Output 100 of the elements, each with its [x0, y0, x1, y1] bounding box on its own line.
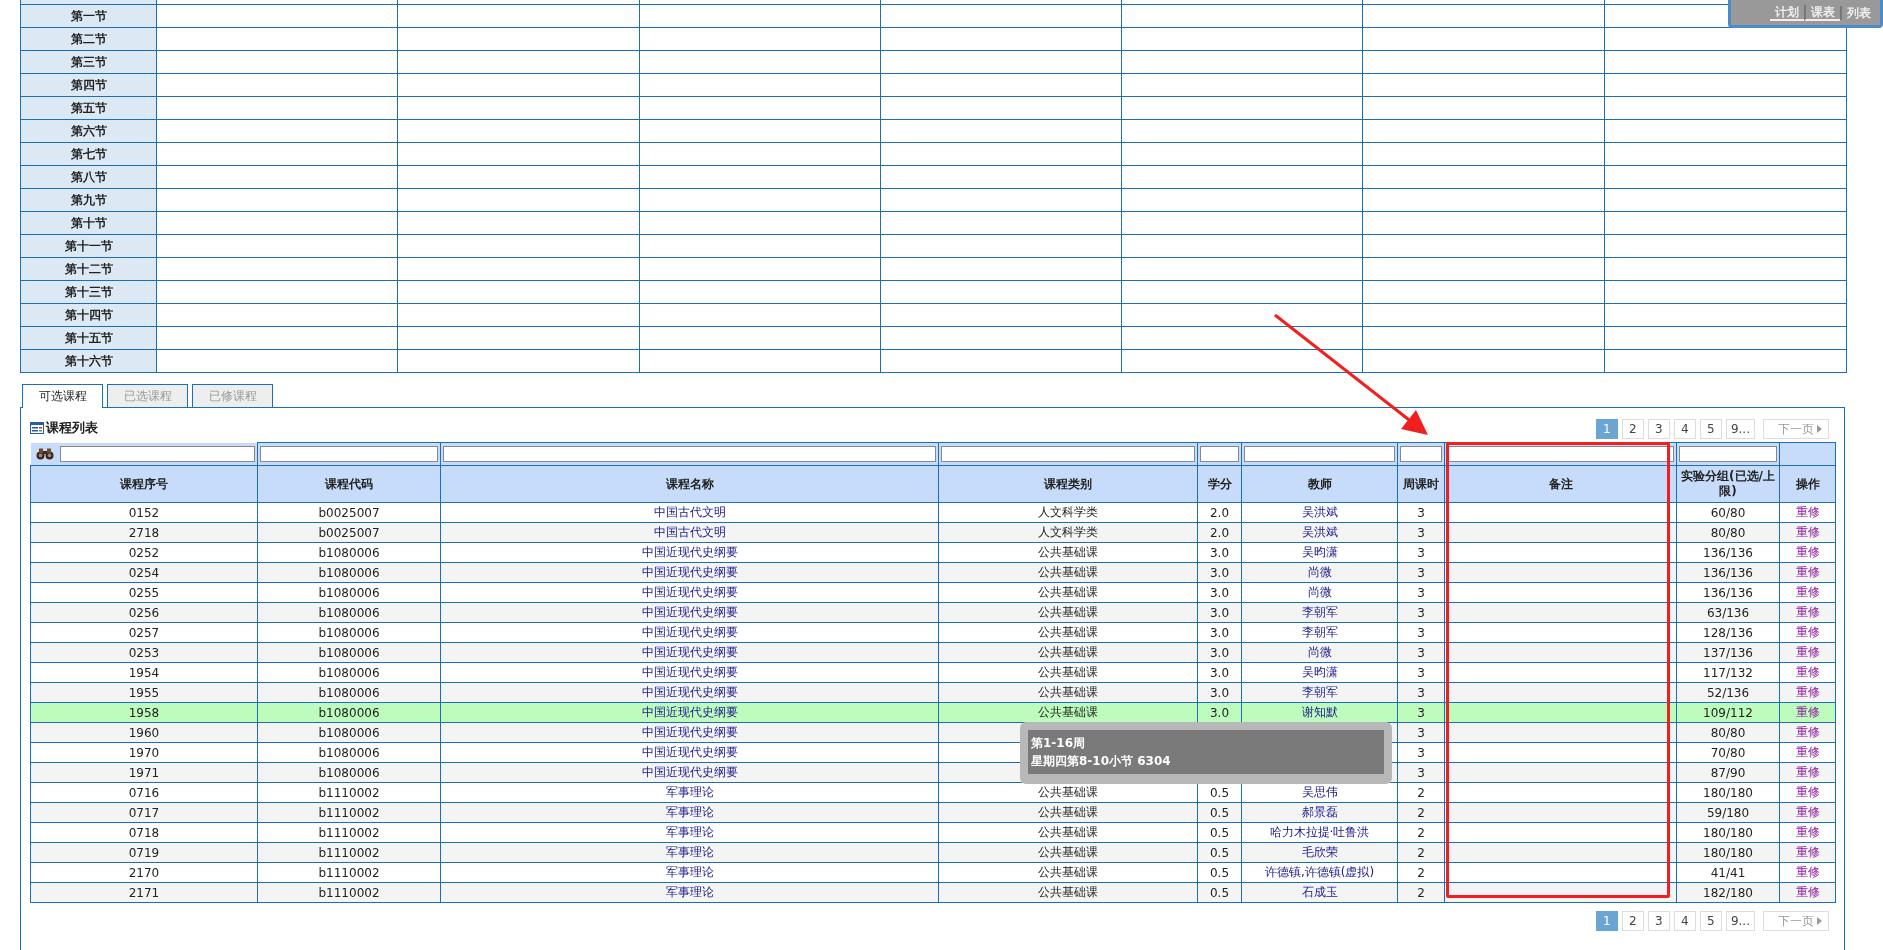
column-header: 课程名称 — [440, 465, 939, 503]
filter-input[interactable] — [1679, 446, 1777, 462]
teacher-link[interactable]: 哈力木拉提·吐鲁洪 — [1241, 822, 1398, 843]
course-name-link[interactable]: 中国近现代史纲要 — [440, 702, 939, 723]
page-button[interactable]: 5 — [1699, 911, 1722, 931]
teacher-link[interactable]: 李朝军 — [1241, 622, 1398, 643]
period-label: 第八节 — [21, 166, 157, 188]
table-cell: 180/180 — [1676, 822, 1780, 843]
table-cell: 0254 — [30, 562, 258, 583]
course-name-link[interactable]: 军事理论 — [440, 862, 939, 883]
retake-link[interactable]: 重修 — [1779, 742, 1836, 763]
table-cell: 3 — [1397, 582, 1445, 603]
table-cell: 0253 — [30, 642, 258, 663]
table-cell: 3 — [1397, 662, 1445, 683]
course-name-link[interactable]: 军事理论 — [440, 882, 939, 903]
period-label: 第十五节 — [21, 327, 157, 349]
course-name-link[interactable]: 军事理论 — [440, 842, 939, 863]
table-cell: 3 — [1397, 742, 1445, 763]
retake-link[interactable]: 重修 — [1779, 782, 1836, 803]
course-name-link[interactable]: 中国近现代史纲要 — [440, 582, 939, 603]
filter-input[interactable] — [941, 446, 1195, 462]
period-label: 第六节 — [21, 120, 157, 142]
period-label: 第十四节 — [21, 304, 157, 326]
table-cell: 3.0 — [1197, 622, 1242, 643]
page-button[interactable]: 5 — [1699, 419, 1722, 439]
tooltip-text: 第1-16周 — [1031, 735, 1086, 752]
teacher-link[interactable]: 许德镇,许德镇(虚拟) — [1241, 862, 1398, 883]
page-button[interactable]: 4 — [1673, 911, 1696, 931]
table-cell: b1110002 — [257, 822, 441, 843]
course-name-link[interactable]: 中国近现代史纲要 — [440, 682, 939, 703]
course-name-link[interactable]: 中国近现代史纲要 — [440, 742, 939, 763]
teacher-link[interactable]: 尚微 — [1241, 582, 1398, 603]
table-cell: 0152 — [30, 502, 258, 523]
retake-link[interactable]: 重修 — [1779, 822, 1836, 843]
list-icon — [30, 422, 44, 434]
page-button[interactable]: 3 — [1647, 911, 1670, 931]
retake-link[interactable]: 重修 — [1779, 622, 1836, 643]
binoculars-icon[interactable] — [35, 447, 54, 460]
course-name-link[interactable]: 中国近现代史纲要 — [440, 762, 939, 783]
retake-link[interactable]: 重修 — [1779, 662, 1836, 683]
column-header: 实验分组(已选/上限) — [1676, 465, 1780, 503]
course-name-link[interactable]: 中国近现代史纲要 — [440, 642, 939, 663]
filter-input[interactable] — [59, 445, 255, 462]
table-cell: 3.0 — [1197, 542, 1242, 563]
period-label: 第七节 — [21, 143, 157, 165]
filter-input[interactable] — [443, 446, 936, 462]
retake-link[interactable]: 重修 — [1779, 502, 1836, 523]
course-name-link[interactable]: 中国近现代史纲要 — [440, 722, 939, 743]
period-label: 第十二节 — [21, 258, 157, 280]
course-name-link[interactable]: 中国近现代史纲要 — [440, 562, 939, 583]
table-cell: b1080006 — [257, 622, 441, 643]
page-button[interactable]: 2 — [1621, 419, 1644, 439]
teacher-link[interactable]: 吴洪斌 — [1241, 502, 1398, 523]
course-name-link[interactable]: 中国古代文明 — [440, 522, 939, 543]
retake-link[interactable]: 重修 — [1779, 582, 1836, 603]
filter-input[interactable] — [260, 446, 438, 462]
column-header: 周课时 — [1397, 465, 1445, 503]
page-button[interactable]: 4 — [1673, 419, 1696, 439]
period-label: 第十三节 — [21, 281, 157, 303]
table-cell: 2 — [1397, 782, 1445, 803]
teacher-link[interactable]: 吴昀潇 — [1241, 542, 1398, 563]
course-name-link[interactable]: 军事理论 — [440, 822, 939, 843]
page-button[interactable]: 9... — [1725, 911, 1755, 931]
table-cell: 1955 — [30, 682, 258, 703]
course-name-link[interactable]: 中国古代文明 — [440, 502, 939, 523]
course-name-link[interactable]: 中国近现代史纲要 — [440, 542, 939, 563]
column-header: 课程类别 — [938, 465, 1198, 503]
page-button[interactable]: 3 — [1647, 419, 1670, 439]
teacher-link[interactable]: 吴昀潇 — [1241, 662, 1398, 683]
filter-input[interactable] — [1447, 446, 1674, 462]
course-name-link[interactable]: 中国近现代史纲要 — [440, 662, 939, 683]
filter-input[interactable] — [1244, 446, 1395, 462]
column-header: 课程序号 — [30, 465, 258, 503]
page-button[interactable]: 9... — [1725, 419, 1755, 439]
table-cell: 117/132 — [1676, 662, 1780, 683]
table-cell: 0716 — [30, 782, 258, 803]
table-cell: 1958 — [30, 702, 258, 723]
filter-input[interactable] — [1400, 446, 1442, 462]
course-name-link[interactable]: 中国近现代史纲要 — [440, 622, 939, 643]
tab[interactable]: 可选课程 — [22, 384, 103, 408]
period-label: 第三节 — [21, 51, 157, 73]
table-cell: 70/80 — [1676, 742, 1780, 763]
course-name-link[interactable]: 军事理论 — [440, 802, 939, 823]
period-label: 第九节 — [21, 189, 157, 211]
course-name-link[interactable]: 中国近现代史纲要 — [440, 602, 939, 623]
table-cell: 0257 — [30, 622, 258, 643]
table-cell: 公共基础课 — [938, 622, 1198, 643]
retake-link[interactable]: 重修 — [1779, 862, 1836, 883]
caret-icon — [1817, 425, 1822, 433]
filter-input[interactable] — [1200, 446, 1239, 462]
course-name-link[interactable]: 军事理论 — [440, 782, 939, 803]
table-cell: 0.5 — [1197, 862, 1242, 883]
table-cell: 公共基础课 — [938, 582, 1198, 603]
table-cell: 0719 — [30, 842, 258, 863]
table-cell: 0.5 — [1197, 822, 1242, 843]
table-cell: 公共基础课 — [938, 542, 1198, 563]
table-cell: 0717 — [30, 802, 258, 823]
retake-link[interactable]: 重修 — [1779, 542, 1836, 563]
period-label: 第四节 — [21, 74, 157, 96]
page-button[interactable]: 2 — [1621, 911, 1644, 931]
